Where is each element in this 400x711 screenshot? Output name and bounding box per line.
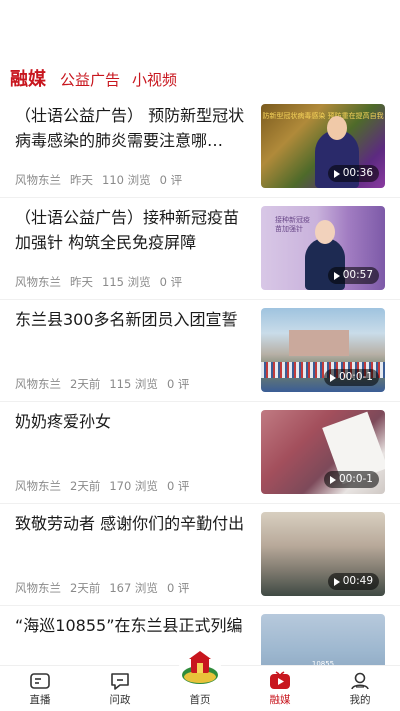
- feed-item-title[interactable]: “海巡10855”在东兰县正式列编: [15, 613, 253, 638]
- feed-item-views: 170 浏览: [109, 479, 158, 493]
- feed-item-meta: 风物东兰 2天前 170 浏览 0 评: [15, 478, 189, 494]
- video-play-icon: [270, 671, 290, 689]
- top-tab-bar: 融媒 公益广告 小视频: [10, 66, 189, 90]
- thumbnail-building: [289, 330, 349, 356]
- tab-profile[interactable]: 我的: [320, 666, 400, 711]
- feed-item-time: 2天前: [70, 479, 101, 493]
- thumbnail-figure-face: [327, 116, 347, 140]
- feed-item-comments: 0 评: [166, 581, 190, 595]
- video-duration: 00:0-1: [338, 473, 373, 485]
- tab-home-label: 首页: [189, 694, 211, 706]
- video-duration-badge: 00:36: [327, 165, 379, 182]
- live-tv-icon: [30, 673, 50, 689]
- feed-item[interactable]: 奶奶疼爱孙女 风物东兰 2天前 170 浏览 0 评 00:0-1: [0, 402, 400, 504]
- feed-item-source: 风物东兰: [15, 173, 61, 187]
- play-icon: [329, 475, 336, 484]
- video-duration: 00:57: [342, 269, 373, 281]
- feed-item-views: 167 浏览: [109, 581, 158, 595]
- feed-item-comments: 0 评: [159, 173, 183, 187]
- feed-item[interactable]: 致敬劳动者 感谢你们的辛勤付出 风物东兰 2天前 167 浏览 0 评 00:4…: [0, 504, 400, 606]
- feed-item-meta: 风物东兰 昨天 110 浏览 0 评: [15, 172, 182, 188]
- feed-item-meta: 风物东兰 2天前 167 浏览 0 评: [15, 580, 189, 596]
- video-duration-badge: 00:57: [327, 267, 379, 284]
- thumbnail-caption: 防新型冠状病毒感染 预防重在提高自我: [262, 112, 384, 120]
- feed-item-title[interactable]: 东兰县300多名新团员入团宣誓: [15, 307, 253, 332]
- video-duration: 00:36: [342, 167, 373, 179]
- feed-item-meta: 风物东兰 昨天 115 浏览 0 评: [15, 274, 182, 290]
- feed-item-source: 风物东兰: [15, 275, 61, 289]
- feed-item-views: 110 浏览: [102, 173, 151, 187]
- feed-item[interactable]: （壮语公益广告）接种新冠疫苗加强针 构筑全民免疫屏障 风物东兰 昨天 115 浏…: [0, 198, 400, 300]
- video-duration-badge: 00:49: [327, 573, 379, 590]
- video-thumbnail[interactable]: 防新型冠状病毒感染 预防重在提高自我 00:36: [261, 104, 385, 188]
- feed-item-time: 昨天: [70, 173, 93, 187]
- chat-bubble-icon: [111, 673, 129, 690]
- feed-item-time: 昨天: [70, 275, 93, 289]
- feed-item-time: 2天前: [70, 377, 101, 391]
- feed-item-views: 115 浏览: [102, 275, 151, 289]
- tab-live-label: 直播: [29, 694, 51, 706]
- play-icon: [333, 271, 340, 280]
- feed-item-views: 115 浏览: [109, 377, 158, 391]
- feed-item-comments: 0 评: [159, 275, 183, 289]
- feed-item[interactable]: 东兰县300多名新团员入团宣誓 风物东兰 2天前 115 浏览 0 评 00:0…: [0, 300, 400, 402]
- feed-item-title[interactable]: 致敬劳动者 感谢你们的辛勤付出: [15, 511, 253, 536]
- video-thumbnail[interactable]: 00:49: [261, 512, 385, 596]
- feed-item-time: 2天前: [70, 581, 101, 595]
- video-duration: 00:49: [342, 575, 373, 587]
- play-icon: [333, 577, 340, 586]
- tab-wenzheng[interactable]: 问政: [80, 666, 160, 711]
- feed-item[interactable]: （壮语公益广告） 预防新型冠状病毒感染的肺炎需要注意哪… 风物东兰 昨天 110…: [0, 96, 400, 198]
- feed-item-comments: 0 评: [166, 479, 190, 493]
- user-icon: [351, 672, 369, 690]
- thumbnail-caption: 接种新冠疫苗加强针: [275, 216, 310, 233]
- tab-home[interactable]: 首页: [160, 646, 240, 711]
- tab-profile-label: 我的: [349, 694, 371, 706]
- feed-item-source: 风物东兰: [15, 581, 61, 595]
- video-duration-badge: 00:0-1: [323, 471, 379, 488]
- video-duration-badge: 00:0-1: [323, 369, 379, 386]
- tab-live[interactable]: 直播: [0, 666, 80, 711]
- bottom-tab-bar: 直播 问政 首页 融媒 我的: [0, 646, 400, 711]
- tab-rongmei[interactable]: 融媒: [10, 70, 46, 90]
- home-emblem-icon: [182, 651, 218, 684]
- play-icon: [329, 373, 336, 382]
- video-thumbnail[interactable]: 00:0-1: [261, 410, 385, 494]
- video-thumbnail[interactable]: 接种新冠疫苗加强针 00:57: [261, 206, 385, 290]
- tab-short-video[interactable]: 小视频: [132, 70, 177, 90]
- feed-item-source: 风物东兰: [15, 479, 61, 493]
- tab-public-ads[interactable]: 公益广告: [60, 70, 120, 90]
- video-duration: 00:0-1: [338, 371, 373, 383]
- tab-wenzheng-label: 问政: [109, 694, 131, 706]
- feed-item-comments: 0 评: [166, 377, 190, 391]
- feed-item-source: 风物东兰: [15, 377, 61, 391]
- feed-item-title[interactable]: （壮语公益广告） 预防新型冠状病毒感染的肺炎需要注意哪…: [15, 103, 253, 153]
- news-feed: （壮语公益广告） 预防新型冠状病毒感染的肺炎需要注意哪… 风物东兰 昨天 110…: [0, 96, 400, 666]
- home-emblem: [179, 646, 221, 688]
- feed-item-meta: 风物东兰 2天前 115 浏览 0 评: [15, 376, 189, 392]
- video-thumbnail[interactable]: 10855: [261, 614, 385, 666]
- video-thumbnail[interactable]: 00:0-1: [261, 308, 385, 392]
- feed-item-title[interactable]: （壮语公益广告）接种新冠疫苗加强针 构筑全民免疫屏障: [15, 205, 253, 255]
- feed-item-title[interactable]: 奶奶疼爱孙女: [15, 409, 253, 434]
- tab-rongmei-bottom[interactable]: 融媒: [240, 666, 320, 711]
- tab-rongmei-bottom-label: 融媒: [269, 694, 291, 706]
- thumbnail-figure-face: [315, 220, 335, 244]
- play-icon: [333, 169, 340, 178]
